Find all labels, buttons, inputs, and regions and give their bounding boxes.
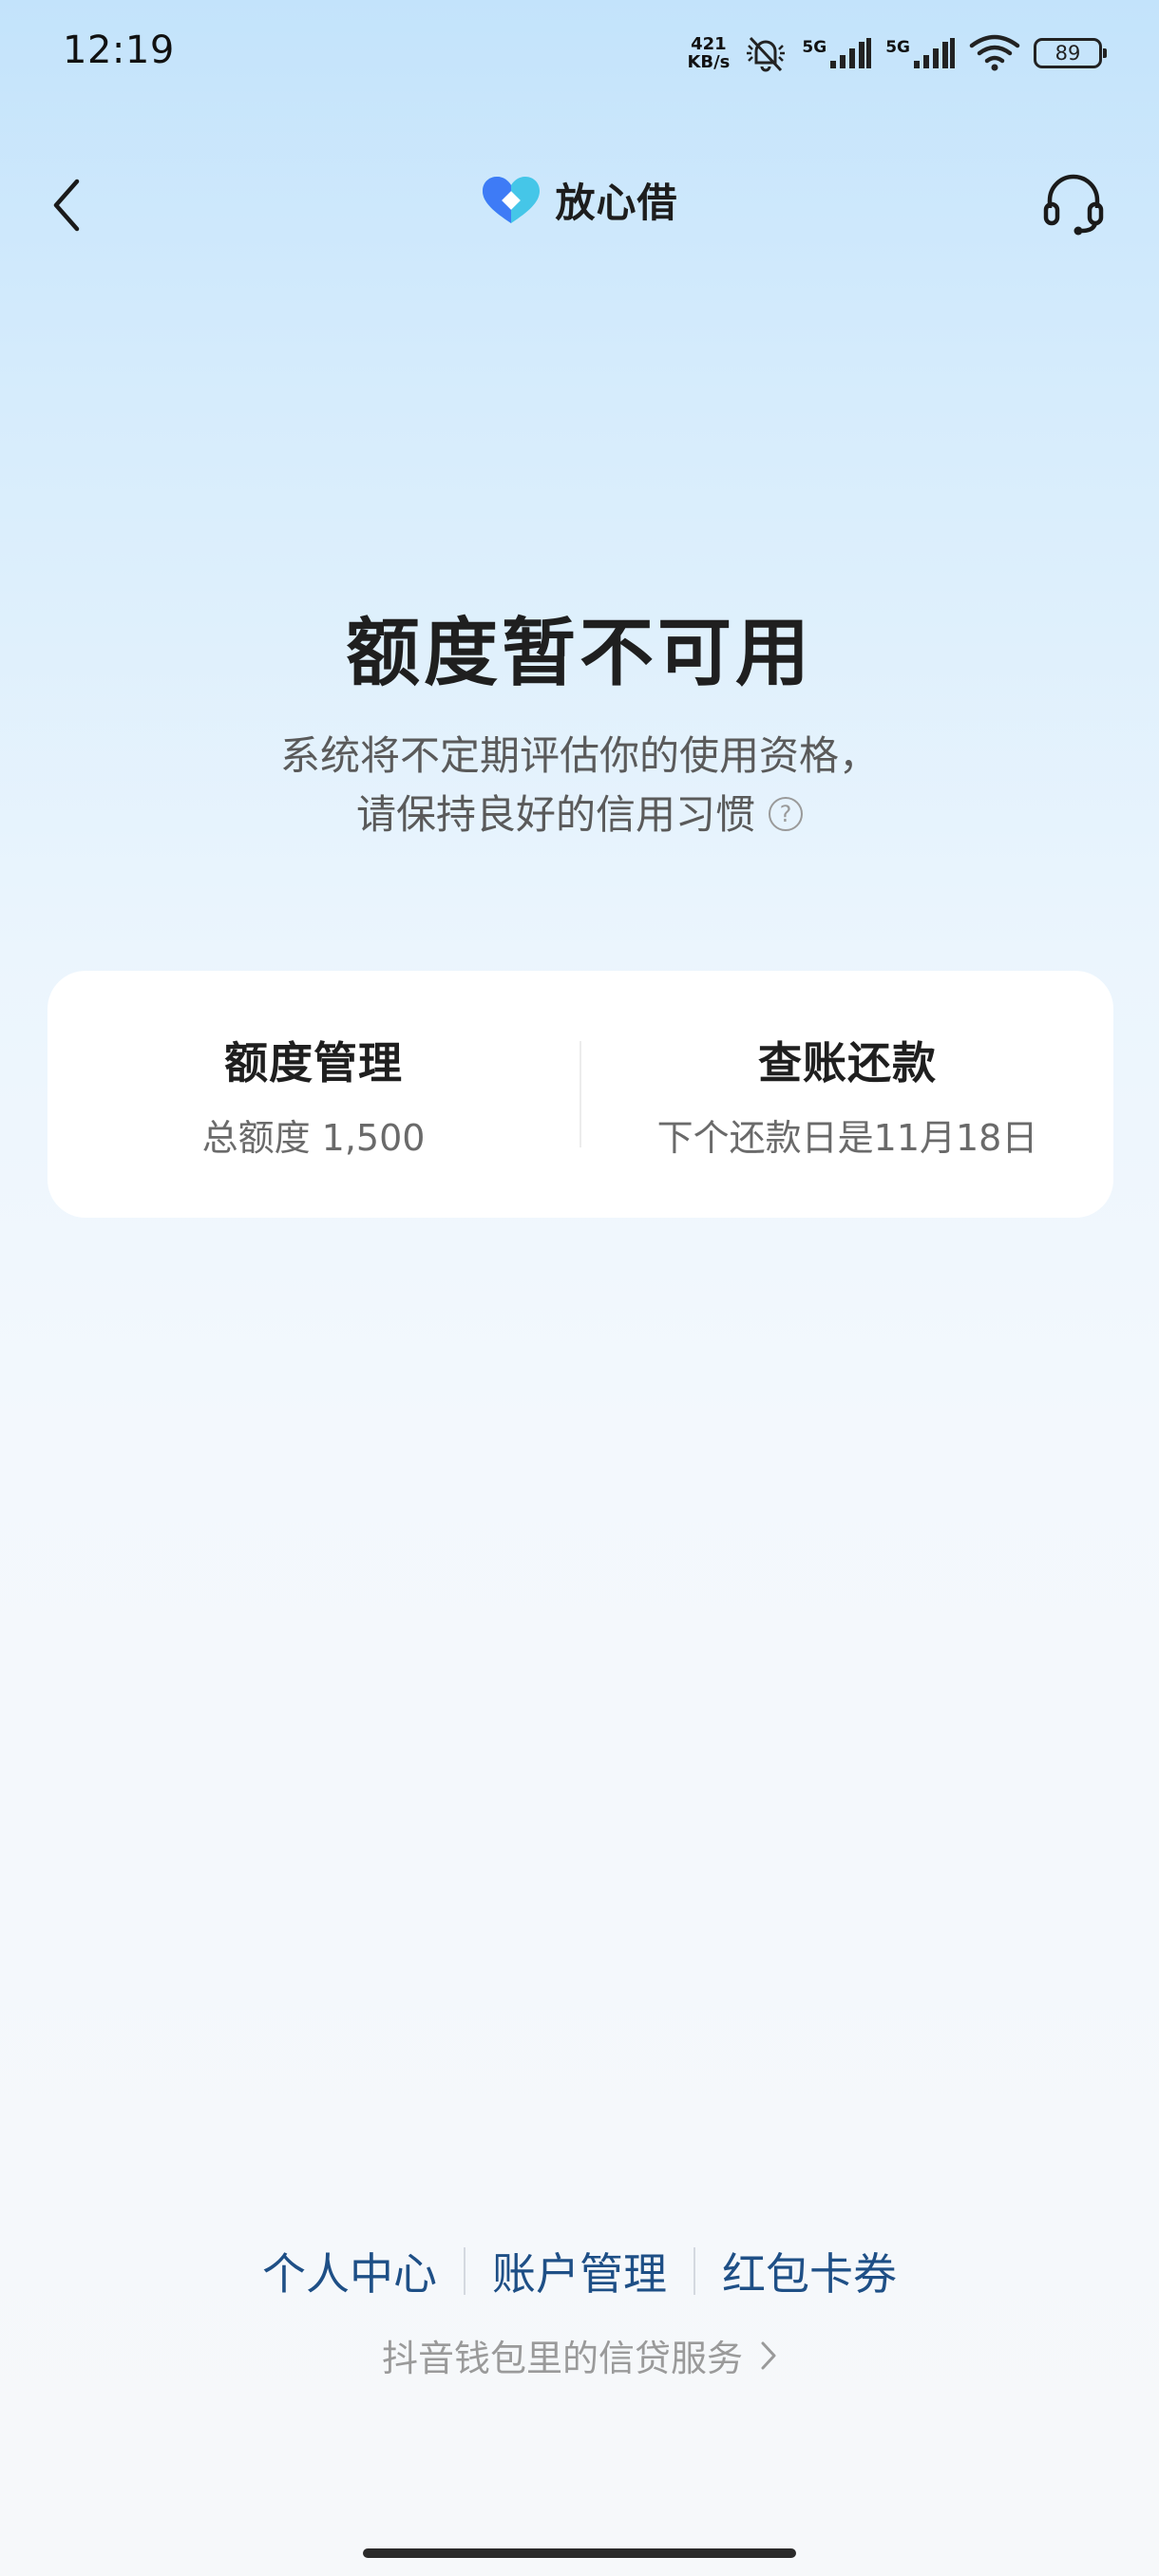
quota-management-entry[interactable]: 额度管理 总额度 1,500 xyxy=(48,1029,580,1161)
quota-management-title: 额度管理 xyxy=(224,1036,403,1089)
headset-icon xyxy=(1043,174,1104,236)
signal-bars-icon xyxy=(830,38,872,68)
mute-bell-icon xyxy=(747,36,786,72)
quota-card: 额度管理 总额度 1,500 查账还款 下个还款日是11月18日 xyxy=(48,971,1113,1218)
network-speed-unit: KB/s xyxy=(687,52,731,72)
signal-bars-icon xyxy=(914,38,955,68)
chevron-right-icon xyxy=(761,2341,776,2369)
hero-desc-line2: 请保持良好的信用习惯? xyxy=(0,786,1159,844)
footer-links: 个人中心 账户管理 红包卡券 xyxy=(0,2240,1159,2302)
help-icon[interactable]: ? xyxy=(769,796,803,831)
battery-level: 89 xyxy=(1054,42,1081,65)
network-speed-value: 421 xyxy=(691,34,727,54)
sim2-signal: 5G xyxy=(885,36,956,70)
status-icons: 421 KB/s 5G 5G 89 xyxy=(687,27,1107,80)
sim1-signal: 5G xyxy=(802,36,872,70)
brand-name: 放心借 xyxy=(555,180,678,226)
battery-indicator: 89 xyxy=(1034,38,1107,68)
hero-desc-line2-text: 请保持良好的信用习惯 xyxy=(355,791,755,838)
credit-service-text: 抖音钱包里的信贷服务 xyxy=(381,2338,743,2379)
total-quota-text: 总额度 1,500 xyxy=(201,1116,426,1159)
sim2-label: 5G xyxy=(885,38,910,57)
page-title: 额度暂不可用 xyxy=(345,611,813,696)
sim1-label: 5G xyxy=(802,38,827,57)
status-time: 12:19 xyxy=(63,28,175,72)
wifi-icon xyxy=(969,34,1020,71)
home-indicator[interactable] xyxy=(363,2548,796,2558)
footer-link-coupons[interactable]: 红包卡券 xyxy=(695,2240,923,2302)
network-speed: 421 KB/s xyxy=(687,35,730,71)
brand-logo-icon xyxy=(483,176,541,223)
bill-repayment-entry[interactable]: 查账还款 下个还款日是11月18日 xyxy=(581,1029,1113,1161)
credit-service-link[interactable]: 抖音钱包里的信贷服务 xyxy=(0,2329,1159,2381)
hero-description: 系统将不定期评估你的使用资格， 请保持良好的信用习惯? xyxy=(0,727,1159,844)
customer-service-button[interactable] xyxy=(1036,165,1112,241)
brand: 放心借 xyxy=(0,171,1159,229)
footer-link-personal-center[interactable]: 个人中心 xyxy=(236,2240,464,2302)
footer-link-account-management[interactable]: 账户管理 xyxy=(466,2240,694,2302)
next-repayment-date: 下个还款日是11月18日 xyxy=(656,1116,1038,1159)
hero-desc-line1: 系统将不定期评估你的使用资格， xyxy=(279,732,879,779)
bill-repayment-title: 查账还款 xyxy=(758,1036,937,1089)
